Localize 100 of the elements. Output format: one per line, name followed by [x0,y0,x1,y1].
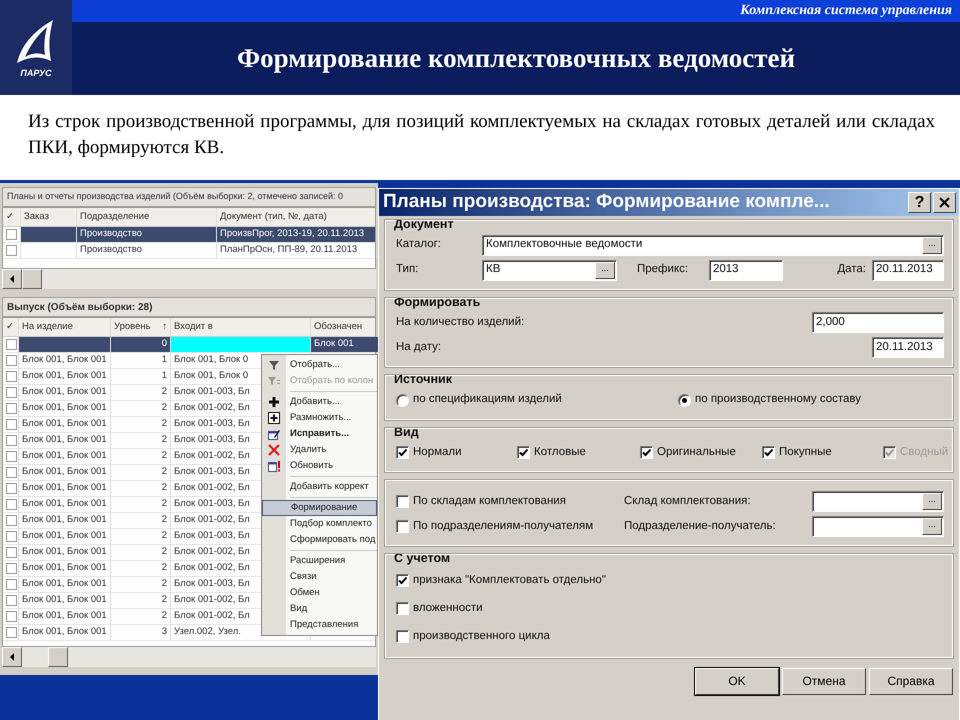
field-label: Дата: [837,262,866,278]
dialog-title: Планы производства: Формирование компле... [383,190,831,214]
table-cell: Блок 001, Блок 001 [19,561,111,576]
table-cell: Блок 001, Блок 001 [19,465,111,480]
table-cell: Блок 001, Блок 001 [19,497,111,512]
checkbox[interactable] [6,403,17,414]
checkbox[interactable] [6,611,17,622]
scrollbar-thumb[interactable] [48,647,68,667]
radio-button[interactable] [396,394,409,406]
checkbox[interactable] [6,451,17,462]
check-column-header[interactable]: ✓ [3,208,21,226]
table-row[interactable]: 0 Блок 001 [3,337,375,353]
table-cell: 2 [111,577,171,592]
browse-button[interactable]: ... [595,262,615,278]
checkbox[interactable] [6,595,17,606]
table-cell: Блок 001, Блок 001 [19,401,111,416]
arrow-left-icon [9,275,15,283]
table-cell: ПроизвПрог, 2013-19, 20.11.2013 [217,227,377,242]
radio-label: по спецификациям изделий [413,392,562,408]
close-button[interactable] [933,192,956,213]
scroll-left-button[interactable] [2,647,22,667]
table-cell: 2 [111,497,171,512]
column-header[interactable]: На изделие [19,318,111,336]
input-field[interactable]: ... [812,516,944,537]
checkbox[interactable] [6,483,17,494]
arrow-left-icon [9,653,15,661]
checkbox-label: По подразделениям-получателям [413,518,594,534]
checkbox[interactable] [517,446,530,459]
field-label: Склад комплектования: [624,494,752,509]
checkbox[interactable] [6,515,17,526]
checkbox[interactable] [396,574,409,587]
input-field[interactable]: 20.11.2013 [872,260,944,280]
group-title: Вид [394,426,420,438]
table-row[interactable]: Производство ПроизвПрог, 2013-19, 20.11.2013 [3,227,375,243]
input-field[interactable]: 2013 [709,260,783,280]
column-header[interactable]: Подразделение [77,208,217,226]
checkbox-label: Нормали [413,444,462,460]
checkbox[interactable] [6,419,17,430]
checkbox[interactable] [6,627,17,638]
browse-button[interactable]: ... [922,518,942,535]
checkbox[interactable] [6,245,17,256]
table-cell: ПланПрОсн, ПП-89, 20.11.2013 [217,243,377,258]
input-field[interactable]: ... [812,491,944,512]
browse-button[interactable]: ... [922,493,942,510]
check-icon [641,447,652,458]
checkbox-label: признака "Комплектовать отдельно" [413,572,606,588]
checkbox-label: Покупные [779,444,832,460]
checkbox[interactable] [6,547,17,558]
checkbox[interactable] [396,520,409,533]
radio-button[interactable] [678,394,691,406]
checkbox[interactable] [396,495,409,508]
dialog-button[interactable]: Отмена [782,668,866,694]
table-row[interactable]: Производство ПланПрОсн, ПП-89, 20.11.2013 [3,243,375,259]
table-cell: Блок 001, Блок 001 [19,385,111,400]
column-header[interactable]: Входит в [171,318,311,336]
menu-item[interactable]: Формирование [262,500,377,516]
checkbox[interactable] [6,339,17,350]
column-label: Уровень [114,320,151,334]
checkbox[interactable] [6,531,17,542]
dialog-button[interactable]: Справка [869,668,953,694]
checkbox[interactable] [6,355,17,366]
checkbox[interactable] [6,467,17,478]
checkbox[interactable] [396,602,409,615]
scroll-left-button[interactable] [2,269,22,289]
table-cell: 3 [111,625,171,640]
logo-text: ПАРУС [20,68,52,78]
input-field[interactable]: 2,000 [812,312,944,333]
checkbox[interactable] [6,435,17,446]
check-column-header[interactable]: ✓ [3,318,19,336]
panel-title: Выпуск (Объём выборки: 28) [7,300,152,314]
delete-icon [268,444,280,456]
scrollbar-thumb[interactable] [22,269,42,289]
table-cell: 2 [111,561,171,576]
checkbox[interactable] [762,446,775,459]
checkbox[interactable] [6,229,17,240]
checkbox[interactable] [6,371,17,382]
radio-dot-icon [682,398,687,402]
checkbox[interactable] [6,387,17,398]
help-button[interactable]: ? [908,192,931,213]
table-cell: Блок 001, Блок 001 [19,369,111,384]
checkbox[interactable] [396,630,409,643]
close-icon [939,197,950,208]
column-header[interactable]: Заказ [21,208,77,226]
checkbox[interactable] [6,579,17,590]
table-cell: 2 [111,593,171,608]
checkbox[interactable] [6,563,17,574]
input-field[interactable]: 20.11.2013 [872,337,944,358]
filter-icon [268,375,280,387]
column-header[interactable]: Документ (тип, №, дата) [217,208,377,226]
sort-arrow[interactable]: ↑ [162,320,167,334]
browse-button[interactable]: ... [922,236,942,254]
checkbox[interactable] [640,446,653,459]
input-field[interactable]: Комплектовочные ведомости ... [482,234,944,256]
checkbox-label: производственного цикла [413,628,550,644]
column-header[interactable]: Уровень ↑ [111,318,171,336]
checkbox[interactable] [396,446,409,459]
checkbox-label: Сводный [900,444,948,460]
checkbox[interactable] [6,499,17,510]
input-field[interactable]: КВ ... [482,260,617,280]
dialog-button[interactable]: OK [695,668,779,694]
